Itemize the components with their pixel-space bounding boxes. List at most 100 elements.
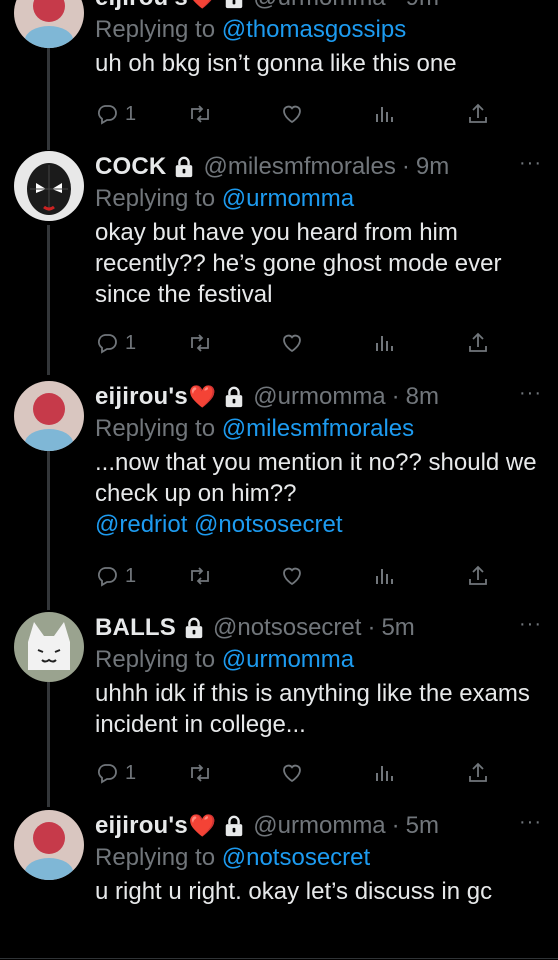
tweet-header: COCK @milesmfmorales · 9m	[95, 151, 542, 183]
pink-hair-avatar-icon	[14, 810, 84, 880]
share-button[interactable]	[467, 758, 489, 788]
analytics-button[interactable]	[373, 561, 395, 591]
timestamp[interactable]: 5m	[381, 612, 414, 644]
separator-dot: ·	[391, 383, 400, 410]
display-name[interactable]: eijirou's	[95, 0, 188, 14]
more-options-icon[interactable]: ···	[519, 381, 542, 405]
reply-to-mention[interactable]: @thomasgossips	[222, 16, 406, 43]
reply-to-mention[interactable]: @notsosecret	[222, 844, 370, 871]
heart-emoji-icon: ❤️	[188, 384, 217, 409]
replying-to-label: Replying to	[95, 185, 216, 212]
retweet-button[interactable]	[187, 758, 213, 788]
like-button[interactable]	[280, 758, 304, 788]
lock-icon	[185, 617, 203, 639]
more-options-icon[interactable]: ···	[519, 151, 542, 175]
white-cat-avatar-icon	[14, 612, 84, 682]
timestamp[interactable]: 5m	[406, 810, 439, 842]
reply-icon	[97, 764, 117, 784]
more-options-icon[interactable]: ···	[519, 810, 542, 834]
analytics-button[interactable]	[373, 328, 395, 358]
tweet-header: eijirou's ❤️ @urmomma · 5m	[95, 810, 542, 842]
replying-to-label: Replying to	[95, 844, 216, 871]
more-options-icon[interactable]: ···	[519, 612, 542, 636]
user-handle[interactable]: @notsosecret	[213, 612, 361, 644]
tweet-header: eijirou's ❤️ @urmomma · 8m	[95, 381, 542, 413]
lock-icon	[226, 815, 243, 837]
tweet-text: uhhh idk if this is anything like the ex…	[95, 680, 530, 738]
tweet-mentions[interactable]: @redriot @notsosecret	[95, 511, 343, 538]
reply-to-mention[interactable]: @urmomma	[222, 646, 354, 673]
thread-line	[47, 225, 50, 375]
reply-button[interactable]: 1	[95, 99, 136, 129]
heart-icon	[283, 764, 301, 783]
reply-count: 1	[125, 761, 137, 784]
analytics-icon	[376, 107, 393, 122]
retweet-icon	[191, 334, 209, 352]
share-icon	[469, 332, 487, 352]
analytics-button[interactable]	[373, 99, 395, 129]
user-handle[interactable]: @urmomma	[253, 0, 385, 14]
tweet-actions: 1	[95, 561, 495, 591]
heart-icon	[283, 567, 301, 586]
timestamp[interactable]: 9m	[416, 151, 449, 183]
reply-button[interactable]: 1	[95, 328, 136, 358]
user-handle[interactable]: @urmomma	[253, 381, 385, 413]
retweet-icon	[191, 105, 209, 123]
timestamp[interactable]: 9m	[406, 0, 439, 14]
heart-emoji-icon: ❤️	[189, 0, 216, 14]
display-name[interactable]: eijirou's	[95, 381, 188, 413]
tweet-header: BALLS @notsosecret · 5m	[95, 612, 542, 644]
replying-to-label: Replying to	[95, 16, 216, 43]
retweet-button[interactable]	[187, 328, 213, 358]
lock-icon	[226, 0, 243, 9]
analytics-icon	[376, 336, 393, 351]
thread-line	[47, 40, 50, 150]
analytics-button[interactable]	[373, 758, 395, 788]
like-button[interactable]	[280, 561, 304, 591]
tweet-header: eijirou's ❤️ @urmomma · 9m	[95, 0, 542, 14]
share-button[interactable]	[467, 561, 489, 591]
separator-dot: ·	[391, 812, 400, 839]
reply-button[interactable]: 1	[95, 758, 136, 788]
replying-to-label: Replying to	[95, 646, 216, 673]
like-button[interactable]	[280, 99, 304, 129]
reply-button[interactable]: 1	[95, 561, 136, 591]
user-handle[interactable]: @milesmfmorales	[203, 151, 395, 183]
heart-icon	[283, 105, 301, 124]
tweet-text: okay but have you heard from him recentl…	[95, 219, 502, 308]
avatar[interactable]	[14, 151, 84, 221]
avatar[interactable]	[14, 612, 84, 682]
tweet-actions: 1	[95, 758, 495, 788]
tweet-text: uh oh bkg isn’t gonna like this one	[95, 50, 457, 77]
separator-dot: ·	[367, 614, 376, 641]
avatar[interactable]	[14, 381, 84, 451]
reply-icon	[97, 334, 117, 354]
tweet-actions: 1	[95, 99, 495, 129]
tweet-actions: 1	[95, 328, 495, 358]
separator-dot: ·	[392, 0, 400, 14]
replying-to-label: Replying to	[95, 415, 216, 442]
reply-icon	[97, 567, 117, 587]
avatar[interactable]	[14, 810, 84, 880]
retweet-button[interactable]	[187, 99, 213, 129]
thread-line	[47, 450, 50, 610]
share-button[interactable]	[467, 99, 489, 129]
share-icon	[469, 103, 487, 123]
display-name[interactable]: eijirou's	[95, 810, 188, 842]
avatar[interactable]	[14, 0, 84, 48]
timestamp[interactable]: 8m	[406, 381, 439, 413]
like-button[interactable]	[280, 328, 304, 358]
tweet-text: ...now that you mention it no?? should w…	[95, 449, 537, 507]
display-name[interactable]: COCK	[95, 151, 166, 183]
user-handle[interactable]: @urmomma	[253, 810, 385, 842]
reply-to-mention[interactable]: @milesmfmorales	[222, 415, 414, 442]
lock-icon	[226, 386, 243, 408]
replying-to-line: Replying to @notsosecret	[95, 842, 542, 874]
reply-to-mention[interactable]: @urmomma	[222, 185, 354, 212]
pink-hair-avatar-icon	[14, 0, 84, 48]
share-button[interactable]	[467, 328, 489, 358]
heart-emoji-icon: ❤️	[188, 813, 217, 838]
retweet-button[interactable]	[187, 561, 213, 591]
display-name[interactable]: BALLS	[95, 612, 176, 644]
thread-line	[47, 682, 50, 807]
